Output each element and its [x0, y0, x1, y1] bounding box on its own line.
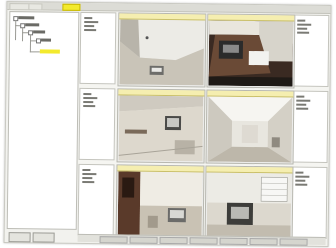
tree-connector	[29, 34, 31, 53]
info-text	[83, 96, 98, 99]
info-text	[82, 172, 97, 175]
right-bottom-button[interactable]	[32, 232, 55, 243]
camera-feed-3[interactable]	[118, 95, 204, 162]
info-text	[296, 95, 305, 98]
info-text	[296, 103, 307, 106]
tree-item-selected[interactable]	[39, 49, 60, 54]
camera-info-panel	[79, 11, 117, 85]
app-window	[3, 1, 332, 247]
toolbar-button[interactable]	[219, 237, 248, 245]
toolbar-button[interactable]	[279, 238, 308, 246]
tree-connector	[29, 51, 40, 53]
toolbar-button[interactable]	[129, 236, 158, 244]
camera-info-panel	[78, 87, 116, 161]
tree-item-site[interactable]	[25, 23, 40, 27]
tree-connector	[22, 27, 23, 42]
camera-view-5[interactable]	[115, 164, 205, 240]
tab-active[interactable]	[62, 3, 81, 11]
camera-view-6[interactable]	[204, 165, 294, 241]
camera-info-panel	[291, 90, 329, 163]
camera-info-panel	[292, 14, 330, 87]
toolbar-button[interactable]	[189, 237, 218, 245]
info-text	[295, 171, 304, 174]
tab-first[interactable]	[9, 3, 30, 11]
camera-view-4[interactable]	[205, 89, 295, 165]
info-text	[84, 20, 99, 23]
tree-connector	[15, 20, 16, 41]
camera-view-1[interactable]	[117, 12, 207, 88]
device-tree[interactable]	[6, 11, 80, 230]
tree-item-subgroup[interactable]	[40, 38, 52, 42]
camera-view-3[interactable]	[116, 88, 206, 164]
bottom-toolbar	[77, 233, 326, 246]
info-text	[297, 23, 312, 26]
toolbar-button[interactable]	[159, 236, 188, 245]
info-text	[296, 107, 309, 110]
info-text	[82, 176, 93, 179]
info-text	[297, 27, 308, 30]
toolbar-button[interactable]	[99, 236, 128, 244]
info-text	[83, 104, 96, 107]
camera-view-2[interactable]	[206, 13, 296, 89]
tree-item-root[interactable]	[18, 16, 35, 20]
camera-feed-4[interactable]	[207, 96, 293, 163]
info-text	[295, 183, 308, 186]
camera-grid	[77, 11, 330, 241]
info-text	[296, 99, 311, 102]
camera-feed-6[interactable]	[206, 172, 292, 239]
camera-info-panel	[290, 166, 328, 239]
toolbar-button[interactable]	[249, 238, 278, 246]
info-text	[83, 100, 94, 103]
info-text	[295, 175, 310, 178]
info-text	[297, 31, 310, 34]
camera-feed-5[interactable]	[117, 171, 203, 238]
info-text	[84, 28, 97, 31]
camera-info-panel	[77, 163, 115, 237]
camera-feed-2[interactable]	[208, 20, 294, 87]
info-text	[84, 16, 93, 19]
info-text	[295, 179, 306, 182]
info-text	[82, 180, 95, 183]
tree-item-group[interactable]	[33, 30, 46, 34]
left-bottom-button[interactable]	[8, 232, 31, 243]
info-text	[82, 168, 91, 171]
tab-second[interactable]	[28, 3, 43, 11]
info-text	[84, 24, 95, 27]
camera-feed-1[interactable]	[119, 19, 205, 86]
info-text	[83, 92, 92, 95]
info-text	[297, 19, 306, 22]
